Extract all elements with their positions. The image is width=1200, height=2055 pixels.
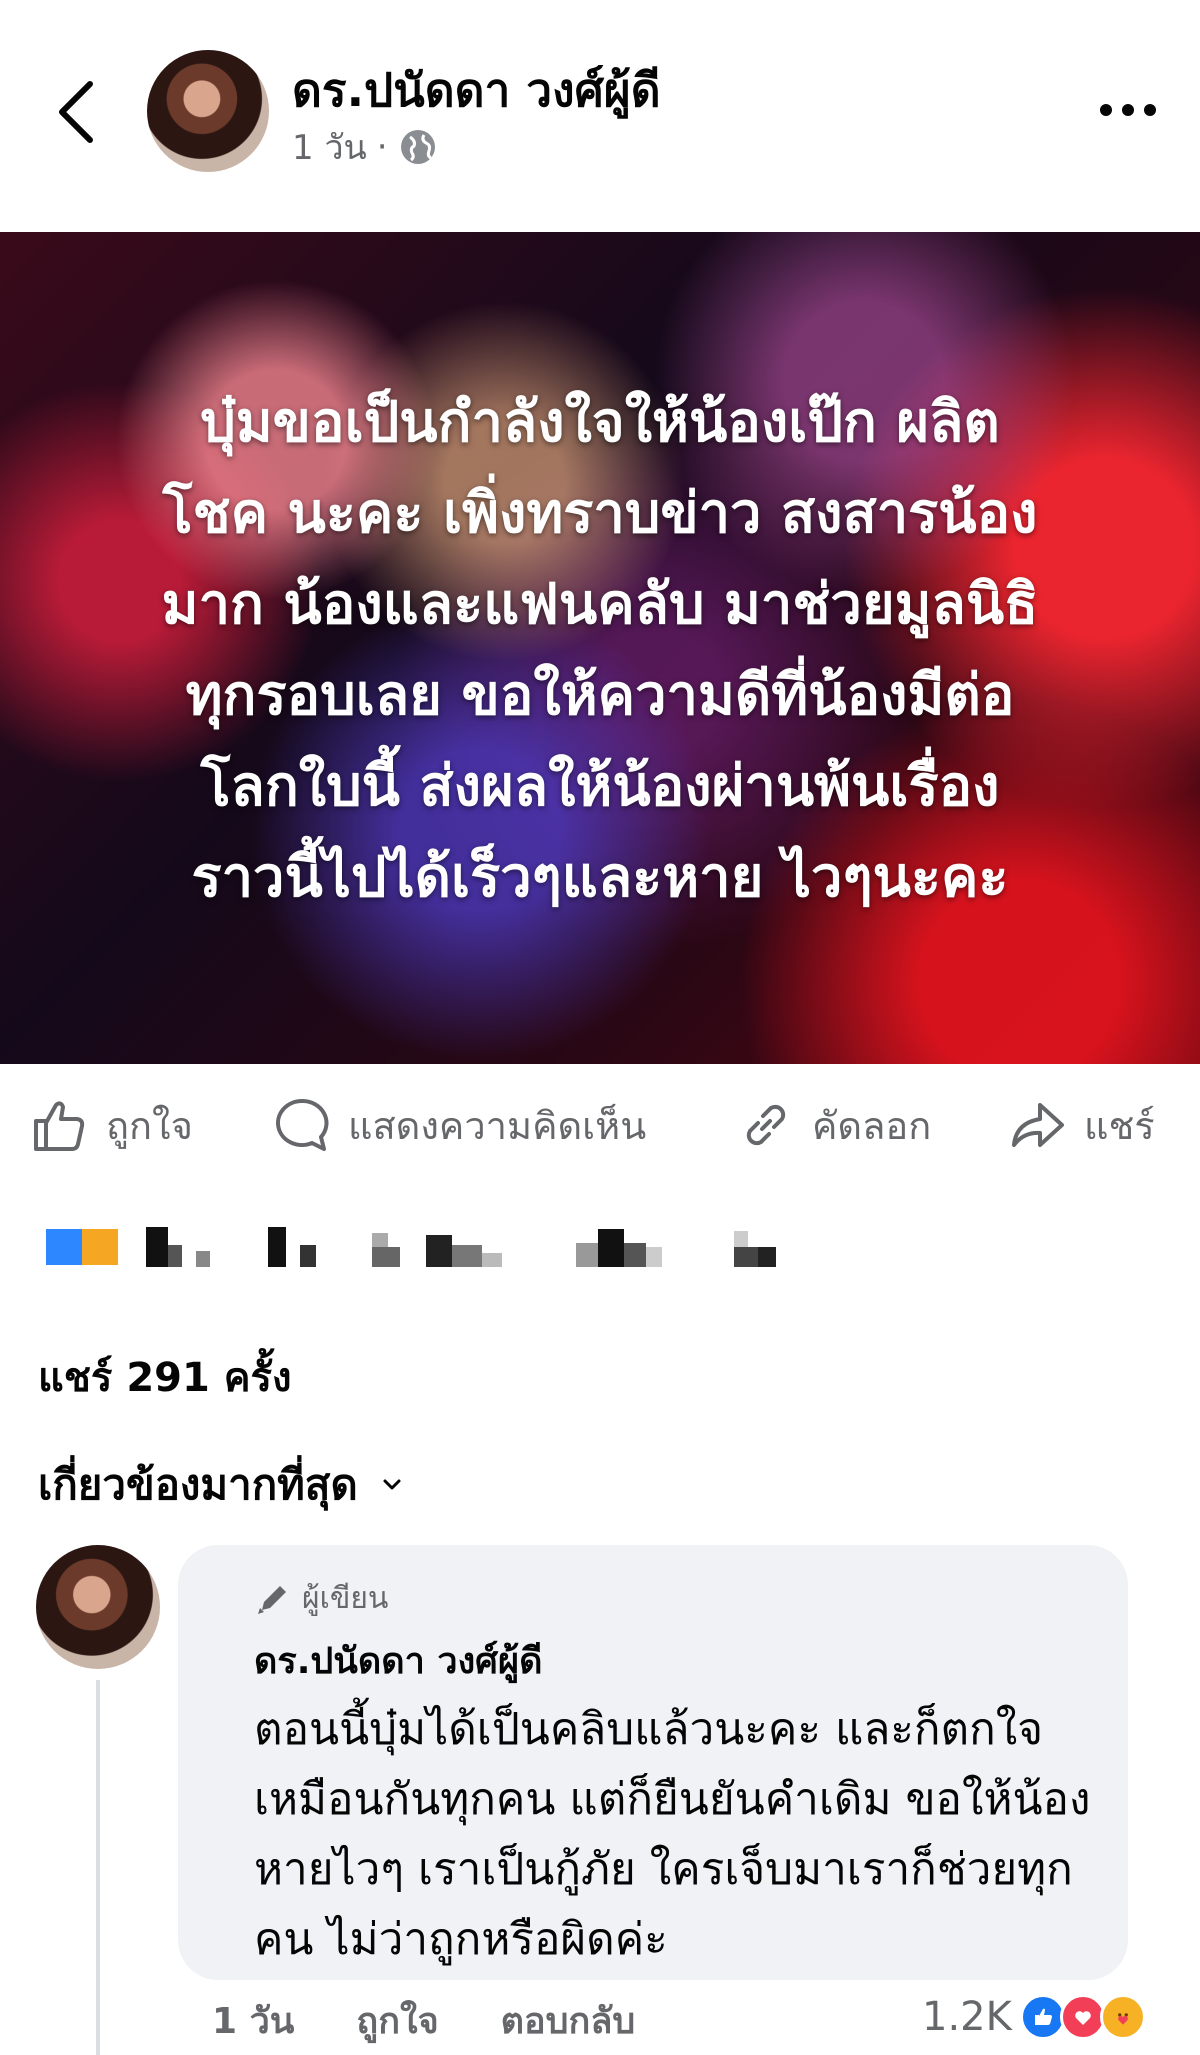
pixel-block: [576, 1243, 598, 1267]
copy-label: คัดลอก: [812, 1103, 932, 1148]
more-options-button[interactable]: [1096, 95, 1160, 125]
pixel-block: [300, 1245, 316, 1267]
pixel-block: [372, 1247, 400, 1267]
comment-footer: 1 วัน ถูกใจ ตอบกลับ: [212, 1992, 635, 2042]
pixel-block: [82, 1229, 118, 1265]
share-arrow-icon: [1012, 1103, 1064, 1147]
like-icon: [1019, 1994, 1066, 2040]
comment-time[interactable]: 1 วัน: [212, 1992, 294, 2042]
post-header: ดร.ปนัดดา วงศ์ผู้ดี 1 วัน ·: [0, 0, 1200, 230]
commenter-avatar[interactable]: [36, 1545, 160, 1669]
post-text-line: บุ๋มขอเป็นกำลังใจให้น้องเป๊ก ผลิต: [200, 390, 1000, 455]
author-name[interactable]: ดร.ปนัดดา วงศ์ผู้ดี: [292, 54, 661, 127]
author-badge: ผู้เขียน: [254, 1575, 1088, 1622]
post-actions: ถูกใจ แสดงความคิดเห็น คัดลอก แชร์: [0, 1090, 1200, 1160]
pixel-block: [168, 1245, 182, 1267]
post-time[interactable]: 1 วัน: [292, 120, 367, 174]
speech-bubble-icon: [276, 1098, 329, 1151]
pixel-block: [426, 1235, 452, 1267]
thumbs-up-icon: [34, 1101, 85, 1151]
pixel-block: [268, 1227, 286, 1267]
comment-reply-button[interactable]: ตอบกลับ: [501, 1992, 636, 2042]
comment-author[interactable]: ดร.ปนัดดา วงศ์ผู้ดี: [254, 1632, 1088, 1689]
share-count[interactable]: แชร์ 291 ครั้ง: [38, 1345, 292, 1409]
post-text-line: โลกใบนี้ ส่งผลให้น้องผ่านพ้นเรื่อง: [200, 754, 1000, 819]
love-icon: [1059, 1994, 1106, 2040]
sort-label: เกี่ยวข้องมากที่สุด: [38, 1460, 358, 1509]
link-icon: [746, 1104, 786, 1146]
pixel-block: [146, 1227, 168, 1267]
like-label: ถูกใจ: [106, 1103, 193, 1148]
post-text-line: มาก น้องและแฟนคลับ มาช่วยมูลนิธิ: [161, 572, 1039, 637]
pixel-block: [196, 1251, 210, 1267]
post-text-line: โชค นะคะ เพิ่งทราบข่าว สงสารน้อง: [162, 481, 1038, 546]
comment-reactions[interactable]: 1.2K: [922, 1990, 1146, 2044]
post-image[interactable]: บุ๋มขอเป็นกำลังใจให้น้องเป๊ก ผลิต โชค นะ…: [0, 232, 1200, 1064]
pixel-block: [598, 1229, 624, 1267]
reactors-censored: [38, 1225, 778, 1269]
chevron-down-icon: [383, 1479, 401, 1490]
pixel-block: [372, 1233, 388, 1247]
care-icon: [1099, 1994, 1146, 2040]
comment-button[interactable]: แสดงความคิดเห็น: [272, 1090, 646, 1160]
back-button[interactable]: [48, 72, 108, 152]
globe-icon[interactable]: [398, 127, 438, 167]
share-button[interactable]: แชร์: [1008, 1090, 1155, 1160]
meta-separator: ·: [376, 127, 388, 167]
comment-label: แสดงความคิดเห็น: [348, 1103, 647, 1148]
share-label: แชร์: [1084, 1103, 1155, 1148]
comment-bubble: ผู้เขียน ดร.ปนัดดา วงศ์ผู้ดี ตอนนี้บุ๋มไ…: [178, 1545, 1128, 1980]
pixel-block: [482, 1253, 502, 1267]
reaction-count: 1.2K: [922, 1994, 1012, 2040]
pixel-block: [624, 1243, 646, 1267]
pixel-block: [758, 1247, 776, 1267]
post-text-line: ราวนี้ไปได้เร็วๆและหาย ไวๆนะคะ: [191, 845, 1009, 910]
thread-line: [96, 1680, 100, 2055]
pen-icon: [258, 1585, 286, 1614]
pixel-block: [734, 1247, 758, 1267]
pixel-block: [46, 1229, 82, 1265]
copy-link-button[interactable]: คัดลอก: [736, 1090, 931, 1160]
more-dots-icon: [1100, 104, 1156, 116]
comment-sort-dropdown[interactable]: เกี่ยวข้องมากที่สุด: [38, 1452, 404, 1518]
author-badge-label: ผู้เขียน: [302, 1581, 389, 1616]
chevron-left-icon: [59, 81, 93, 143]
post-meta: 1 วัน ·: [292, 120, 438, 174]
comment-like-button[interactable]: ถูกใจ: [356, 1992, 438, 2042]
author-avatar[interactable]: [147, 50, 269, 172]
post-text: บุ๋มขอเป็นกำลังใจให้น้องเป๊ก ผลิต โชค นะ…: [60, 377, 1140, 923]
like-button[interactable]: ถูกใจ: [30, 1090, 193, 1160]
comment-text: ตอนนี้บุ๋มได้เป็นคลิบแล้วนะคะ และก็ตกใจเ…: [254, 1704, 1091, 1965]
pixel-block: [646, 1247, 662, 1267]
post-text-line: ทุกรอบเลย ขอให้ความดีที่น้องมีต่อ: [185, 663, 1015, 728]
pixel-block: [734, 1231, 748, 1247]
pixel-block: [452, 1245, 482, 1267]
